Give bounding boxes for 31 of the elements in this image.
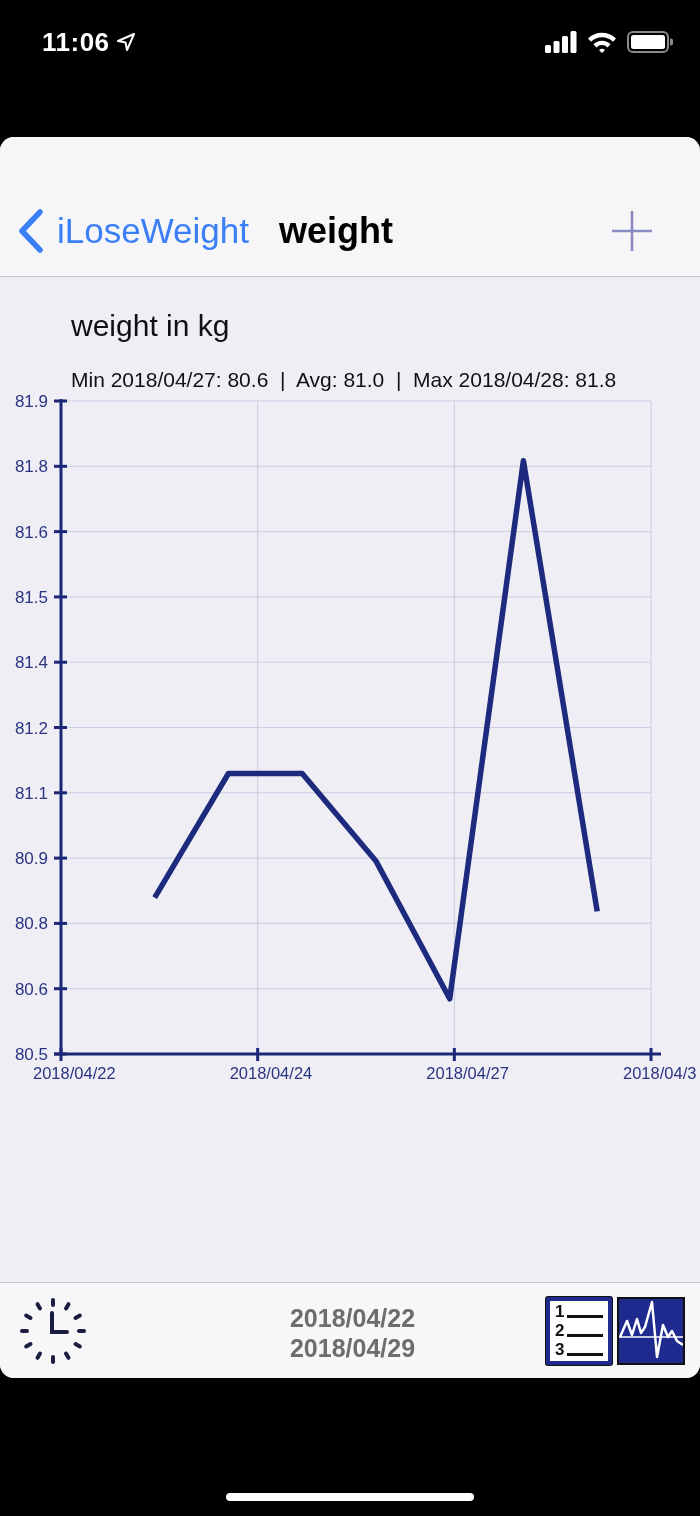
- battery-icon: [627, 31, 673, 53]
- chart-title: weight in kg: [71, 309, 230, 343]
- location-arrow-icon: [115, 32, 136, 52]
- chart-view-button[interactable]: [617, 1296, 685, 1365]
- back-chevron-icon: [18, 208, 44, 253]
- y-axis-label: 80.8: [14, 914, 48, 934]
- y-axis-label: 80.5: [14, 1045, 48, 1064]
- y-axis-label: 81.5: [14, 587, 48, 607]
- x-axis-label: 2018/04/22: [33, 1064, 116, 1082]
- back-button[interactable]: iLoseWeight: [18, 208, 249, 253]
- y-axis-label: 80.9: [14, 849, 48, 869]
- y-axis-label: 81.9: [14, 392, 48, 411]
- wifi-icon: [587, 31, 617, 53]
- x-axis-label: 2018/04/27: [426, 1064, 509, 1082]
- x-axis-label: 2018/04/3: [623, 1064, 697, 1082]
- y-axis-label: 80.6: [14, 979, 48, 999]
- status-time: 11:06: [42, 26, 110, 58]
- numbered-list-button[interactable]: 1 2 3: [546, 1296, 612, 1365]
- y-axis-label: 81.8: [14, 457, 48, 477]
- nav-title: weight: [279, 208, 393, 253]
- add-icon[interactable]: [611, 209, 653, 252]
- x-axis-label: 2018/04/24: [229, 1064, 313, 1082]
- y-axis-label: 81.4: [14, 653, 48, 673]
- clock-icon[interactable]: [20, 1297, 86, 1364]
- date-label: 2018/04/29: [289, 1332, 416, 1363]
- signal-icon: [545, 31, 577, 53]
- y-axis-label: 81.6: [14, 522, 48, 542]
- chart-summary: Min 2018/04/27: 80.6 | Avg: 81.0 | Max 2018/04/28: 81.8: [71, 368, 617, 392]
- y-axis-label: 81.1: [14, 783, 48, 803]
- y-axis-label: 81.2: [14, 718, 48, 738]
- date-label: 2018/04/22: [289, 1302, 416, 1333]
